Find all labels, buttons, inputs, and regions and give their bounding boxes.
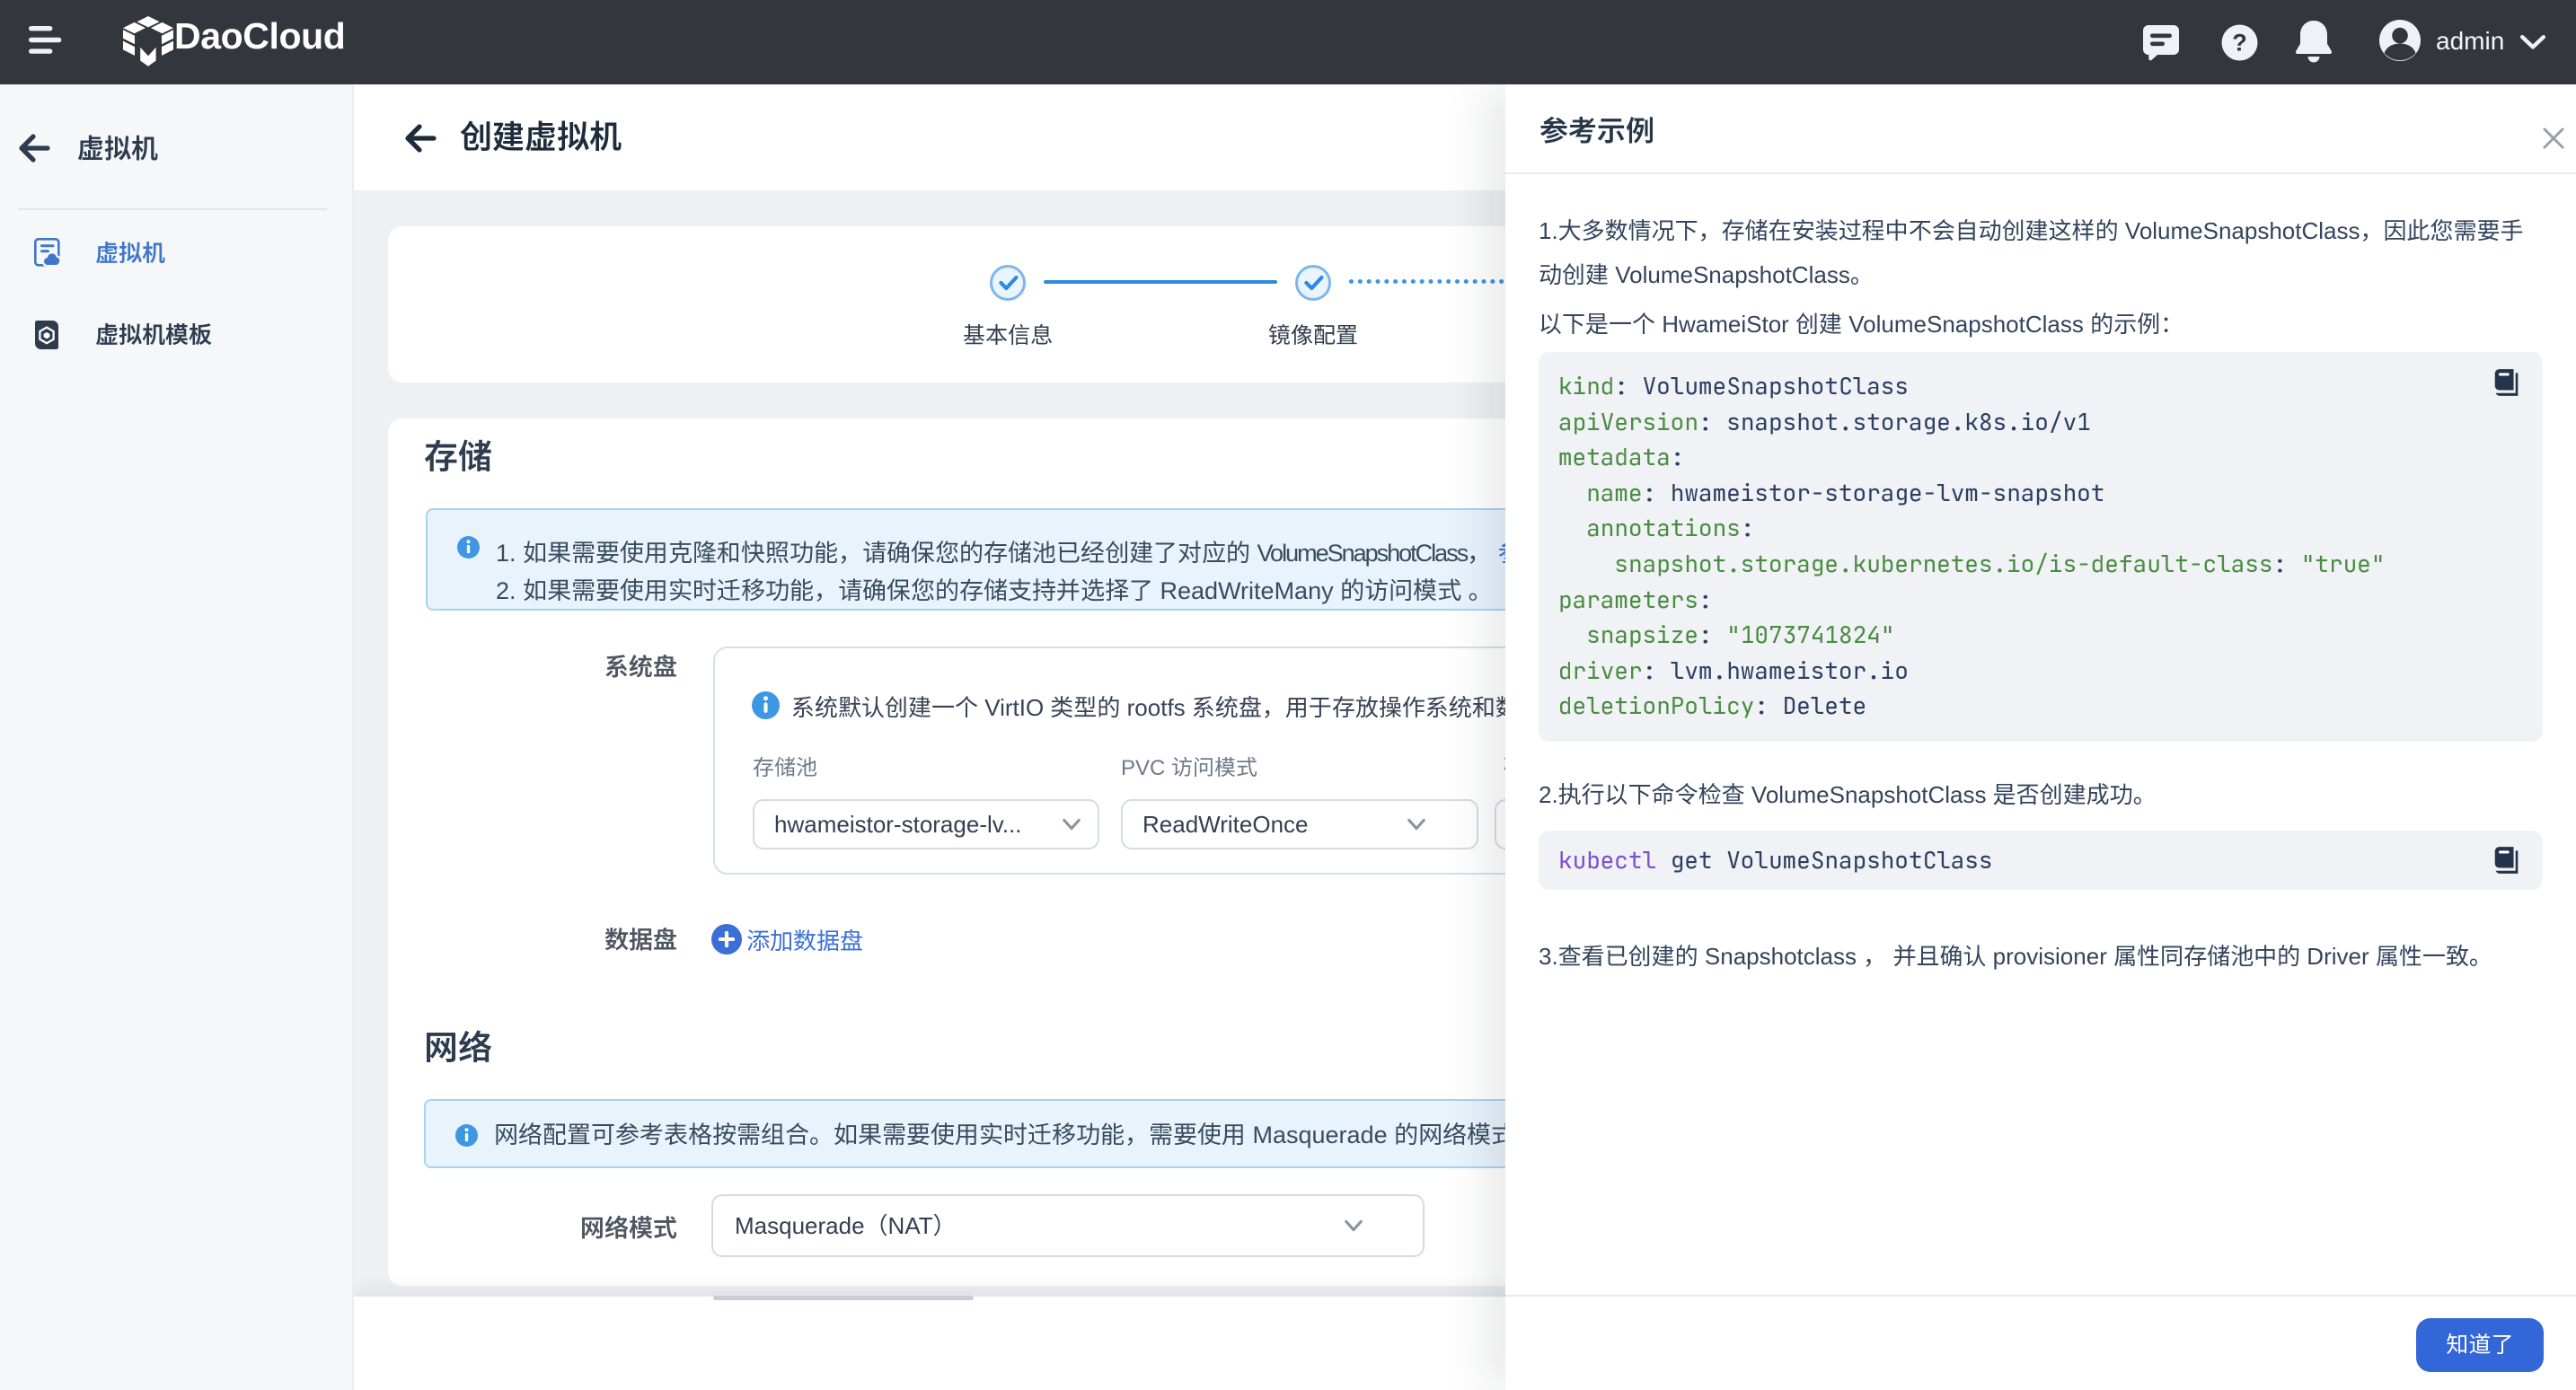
- svg-text:?: ?: [2232, 29, 2247, 56]
